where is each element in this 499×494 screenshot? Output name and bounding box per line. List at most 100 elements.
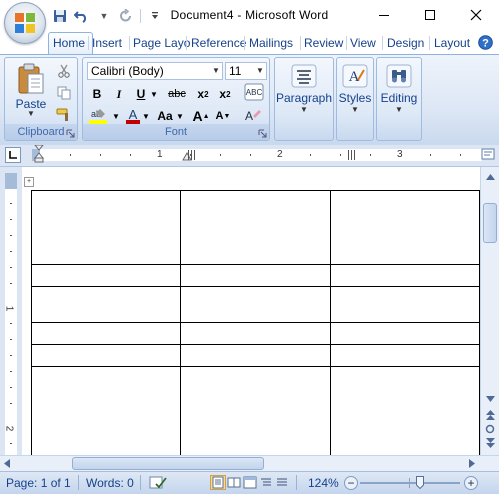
column-gap-marker[interactable] (188, 150, 196, 160)
change-case-icon[interactable]: ABC (243, 82, 265, 102)
underline-dropdown-icon[interactable]: ▼ (149, 84, 159, 104)
table-cell[interactable] (180, 366, 331, 455)
full-screen-reading-view-icon[interactable] (226, 475, 242, 490)
close-icon[interactable] (453, 0, 499, 30)
tab-review[interactable]: Review (300, 33, 352, 53)
editing-button[interactable]: Editing ▼ (377, 64, 421, 114)
grow-font-button[interactable]: A ▲ (191, 106, 211, 126)
repeat-icon[interactable] (116, 6, 136, 26)
font-name-dropdown-icon[interactable]: ▼ (210, 63, 222, 79)
ruler-tick (220, 154, 221, 156)
styles-group: A Styles ▼ (336, 57, 374, 141)
office-button[interactable] (4, 2, 46, 44)
zoom-slider-thumb[interactable] (416, 476, 424, 489)
table-cell[interactable] (30, 190, 182, 265)
font-size-dropdown-icon[interactable]: ▼ (254, 63, 266, 79)
styles-button[interactable]: A Styles ▼ (337, 64, 373, 114)
subscript-button[interactable]: x2 (193, 84, 213, 104)
font-size-combo[interactable]: 11 ▼ (225, 62, 267, 80)
outline-view-icon[interactable] (258, 475, 274, 490)
table-cell[interactable] (30, 286, 182, 323)
help-icon[interactable]: ? (478, 35, 493, 50)
tab-layout[interactable]: Layout (430, 33, 480, 53)
paragraph-button[interactable]: Paragraph ▼ (275, 64, 333, 114)
font-name-combo[interactable]: Calibri (Body) ▼ (87, 62, 223, 80)
font-launcher-icon[interactable] (258, 129, 267, 138)
cut-icon[interactable] (55, 62, 73, 80)
tab-mailings[interactable]: Mailings (245, 33, 307, 53)
copy-icon[interactable] (55, 84, 73, 102)
table-cell[interactable] (30, 322, 182, 345)
web-layout-view-icon[interactable] (242, 475, 258, 490)
draft-view-icon[interactable] (274, 475, 290, 490)
zoom-level[interactable]: 124% (308, 476, 339, 490)
table-cell[interactable] (329, 190, 480, 265)
superscript-button[interactable]: x2 (215, 84, 235, 104)
vertical-ruler-margin (5, 173, 17, 189)
column-gap-marker[interactable] (348, 150, 356, 160)
undo-dropdown-icon[interactable]: ▼ (94, 6, 114, 26)
scroll-up-icon[interactable] (481, 169, 499, 185)
scroll-left-icon[interactable] (0, 456, 14, 470)
table-cell[interactable] (180, 322, 331, 345)
table-move-handle-icon[interactable]: + (24, 177, 34, 187)
save-icon[interactable] (50, 6, 70, 26)
change-case-dropdown-icon[interactable]: ▼ (175, 106, 185, 126)
font-color-dropdown-icon[interactable]: ▼ (141, 106, 151, 126)
scroll-down-icon[interactable] (481, 391, 499, 407)
table-cell[interactable] (180, 264, 331, 287)
bold-button[interactable]: B (87, 84, 107, 104)
shrink-font-button[interactable]: A ▼ (213, 106, 233, 126)
italic-button[interactable]: I (109, 84, 129, 104)
undo-icon[interactable] (72, 6, 92, 26)
page-count-status[interactable]: Page: 1 of 1 (6, 476, 71, 490)
tab-home[interactable]: Home (48, 32, 93, 54)
strikethrough-button[interactable]: abc (165, 84, 189, 104)
zoom-slider-track[interactable] (360, 482, 460, 484)
clear-formatting-icon[interactable]: A (241, 106, 263, 126)
minimize-icon[interactable] (361, 0, 407, 30)
tab-insert[interactable]: Insert (88, 33, 134, 53)
print-layout-view-icon[interactable] (210, 475, 226, 490)
table-cell[interactable] (329, 322, 480, 345)
highlight-icon[interactable]: ab (87, 106, 111, 126)
table-cell[interactable] (30, 264, 182, 287)
format-painter-icon[interactable] (55, 106, 73, 124)
paste-button[interactable]: Paste ▼ (10, 62, 52, 118)
proofing-icon[interactable] (148, 475, 168, 491)
customize-qat-icon[interactable] (145, 6, 165, 26)
highlight-dropdown-icon[interactable]: ▼ (111, 106, 121, 126)
indent-marker-icon[interactable] (34, 145, 44, 165)
tab-design[interactable]: Design (383, 33, 433, 53)
table-cell[interactable] (180, 344, 331, 367)
word-count-status[interactable]: Words: 0 (86, 476, 134, 490)
document-page[interactable]: + (22, 167, 480, 455)
table-cell[interactable] (329, 344, 480, 367)
tab-selector-button[interactable] (5, 147, 21, 163)
table-cell[interactable] (30, 344, 182, 367)
change-case-button[interactable]: Aa (153, 106, 177, 126)
table-cell[interactable] (180, 286, 331, 323)
zoom-out-icon[interactable]: − (344, 476, 358, 490)
font-color-icon[interactable]: A (123, 106, 143, 126)
ruler-tick (250, 154, 251, 156)
table-cell[interactable] (30, 366, 182, 455)
table-cell[interactable] (329, 286, 480, 323)
tab-page-layout[interactable]: Page Layo (129, 33, 191, 53)
underline-button[interactable]: U (131, 84, 151, 104)
document-table[interactable] (30, 190, 480, 455)
maximize-icon[interactable] (407, 0, 453, 30)
horizontal-scroll-thumb[interactable] (72, 457, 264, 470)
clipboard-launcher-icon[interactable] (66, 129, 75, 138)
table-cell[interactable] (329, 366, 480, 455)
vertical-scrollbar[interactable] (480, 167, 499, 455)
tab-references[interactable]: Reference (187, 33, 249, 53)
table-cell[interactable] (329, 264, 480, 287)
zoom-in-icon[interactable]: + (464, 476, 478, 490)
next-page-icon[interactable] (481, 435, 499, 451)
view-ruler-icon[interactable] (481, 147, 495, 161)
table-cell[interactable] (180, 190, 331, 265)
scroll-right-icon[interactable] (465, 456, 479, 470)
vertical-scroll-thumb[interactable] (483, 203, 497, 243)
horizontal-scrollbar[interactable] (0, 455, 499, 471)
